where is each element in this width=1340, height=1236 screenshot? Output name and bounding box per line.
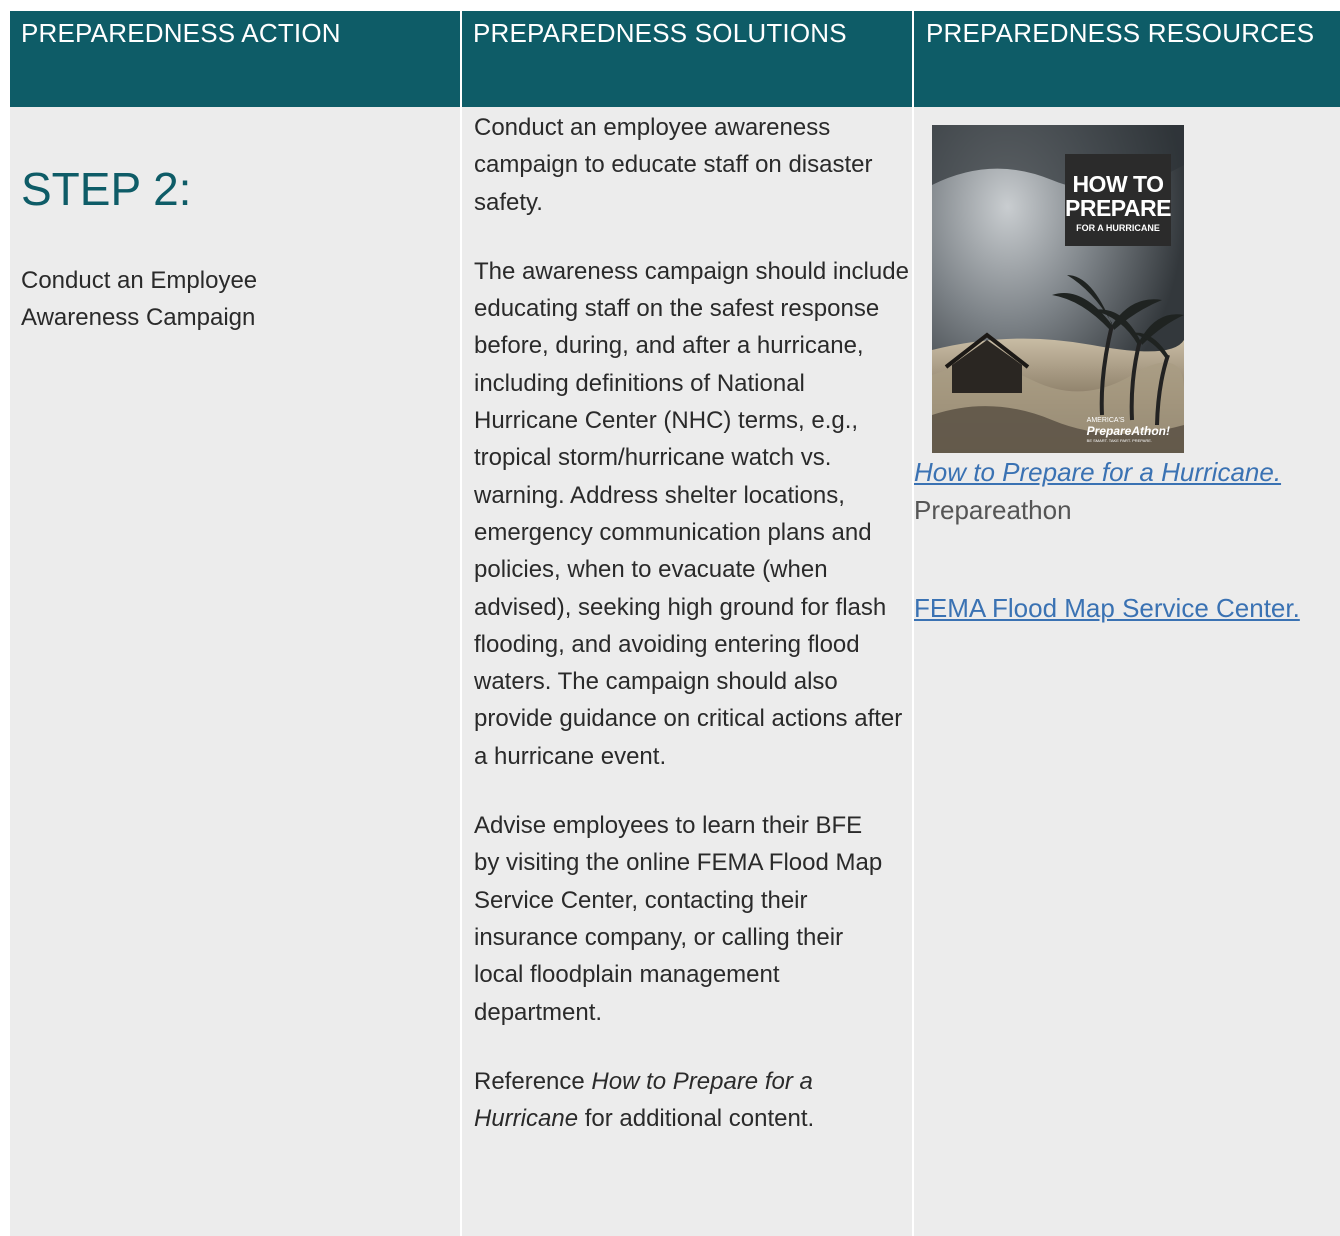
solution-paragraph-reference: Reference How to Prepare for a Hurricane… bbox=[474, 1063, 854, 1138]
hurricane-guide-cover-image[interactable]: HOW TO PREPARE FOR A HURRICANE AMERICA'S… bbox=[932, 125, 1184, 453]
cover-title-sub: FOR A HURRICANE bbox=[1076, 223, 1160, 233]
header-preparedness-resources: PREPAREDNESS RESOURCES bbox=[914, 11, 1340, 107]
resource-source-prepareathon: Prepareathon bbox=[914, 495, 1072, 525]
page: PREPAREDNESS ACTION PREPAREDNESS SOLUTIO… bbox=[0, 0, 1340, 1236]
header-preparedness-solutions: PREPAREDNESS SOLUTIONS bbox=[462, 11, 912, 107]
solutions-cell: Conduct an employee awareness campaign t… bbox=[462, 107, 912, 1236]
logo-main-text: PrepareAthon! bbox=[1086, 424, 1170, 438]
solution-paragraph-campaign: The awareness campaign should include ed… bbox=[474, 257, 909, 770]
reference-suffix: for additional content. bbox=[578, 1105, 815, 1133]
prepareathon-logo: AMERICA'S PrepareAthon! BE SMART. TAKE P… bbox=[1087, 416, 1170, 443]
step-description: Conduct an Employee Awareness Campaign bbox=[21, 267, 258, 331]
preparedness-table: PREPAREDNESS ACTION PREPAREDNESS SOLUTIO… bbox=[10, 11, 1340, 1236]
reference-prefix: Reference bbox=[474, 1067, 592, 1095]
link-how-to-prepare-hurricane[interactable]: How to Prepare for a Hurricane. bbox=[914, 453, 1340, 491]
solution-paragraph-bfe: Advise employees to learn their BFE by v… bbox=[474, 812, 883, 1026]
link-fema-flood-map-service-center[interactable]: FEMA Flood Map Service Center. bbox=[914, 589, 1340, 627]
solution-paragraph-intro: Conduct an employee awareness campaign t… bbox=[474, 114, 873, 216]
resources-cell: HOW TO PREPARE FOR A HURRICANE AMERICA'S… bbox=[914, 107, 1340, 1236]
step-title: STEP 2: bbox=[21, 163, 192, 215]
logo-tagline: BE SMART. TAKE PART. PREPARE. bbox=[1086, 438, 1153, 443]
logo-top-text: AMERICA'S bbox=[1086, 417, 1125, 424]
header-preparedness-action: PREPAREDNESS ACTION bbox=[10, 11, 460, 107]
cover-title-main: HOW TO PREPARE bbox=[1065, 171, 1172, 221]
cover-title-box: HOW TO PREPARE FOR A HURRICANE bbox=[1065, 154, 1172, 246]
action-cell: STEP 2: Conduct an Employee Awareness Ca… bbox=[10, 107, 460, 1236]
